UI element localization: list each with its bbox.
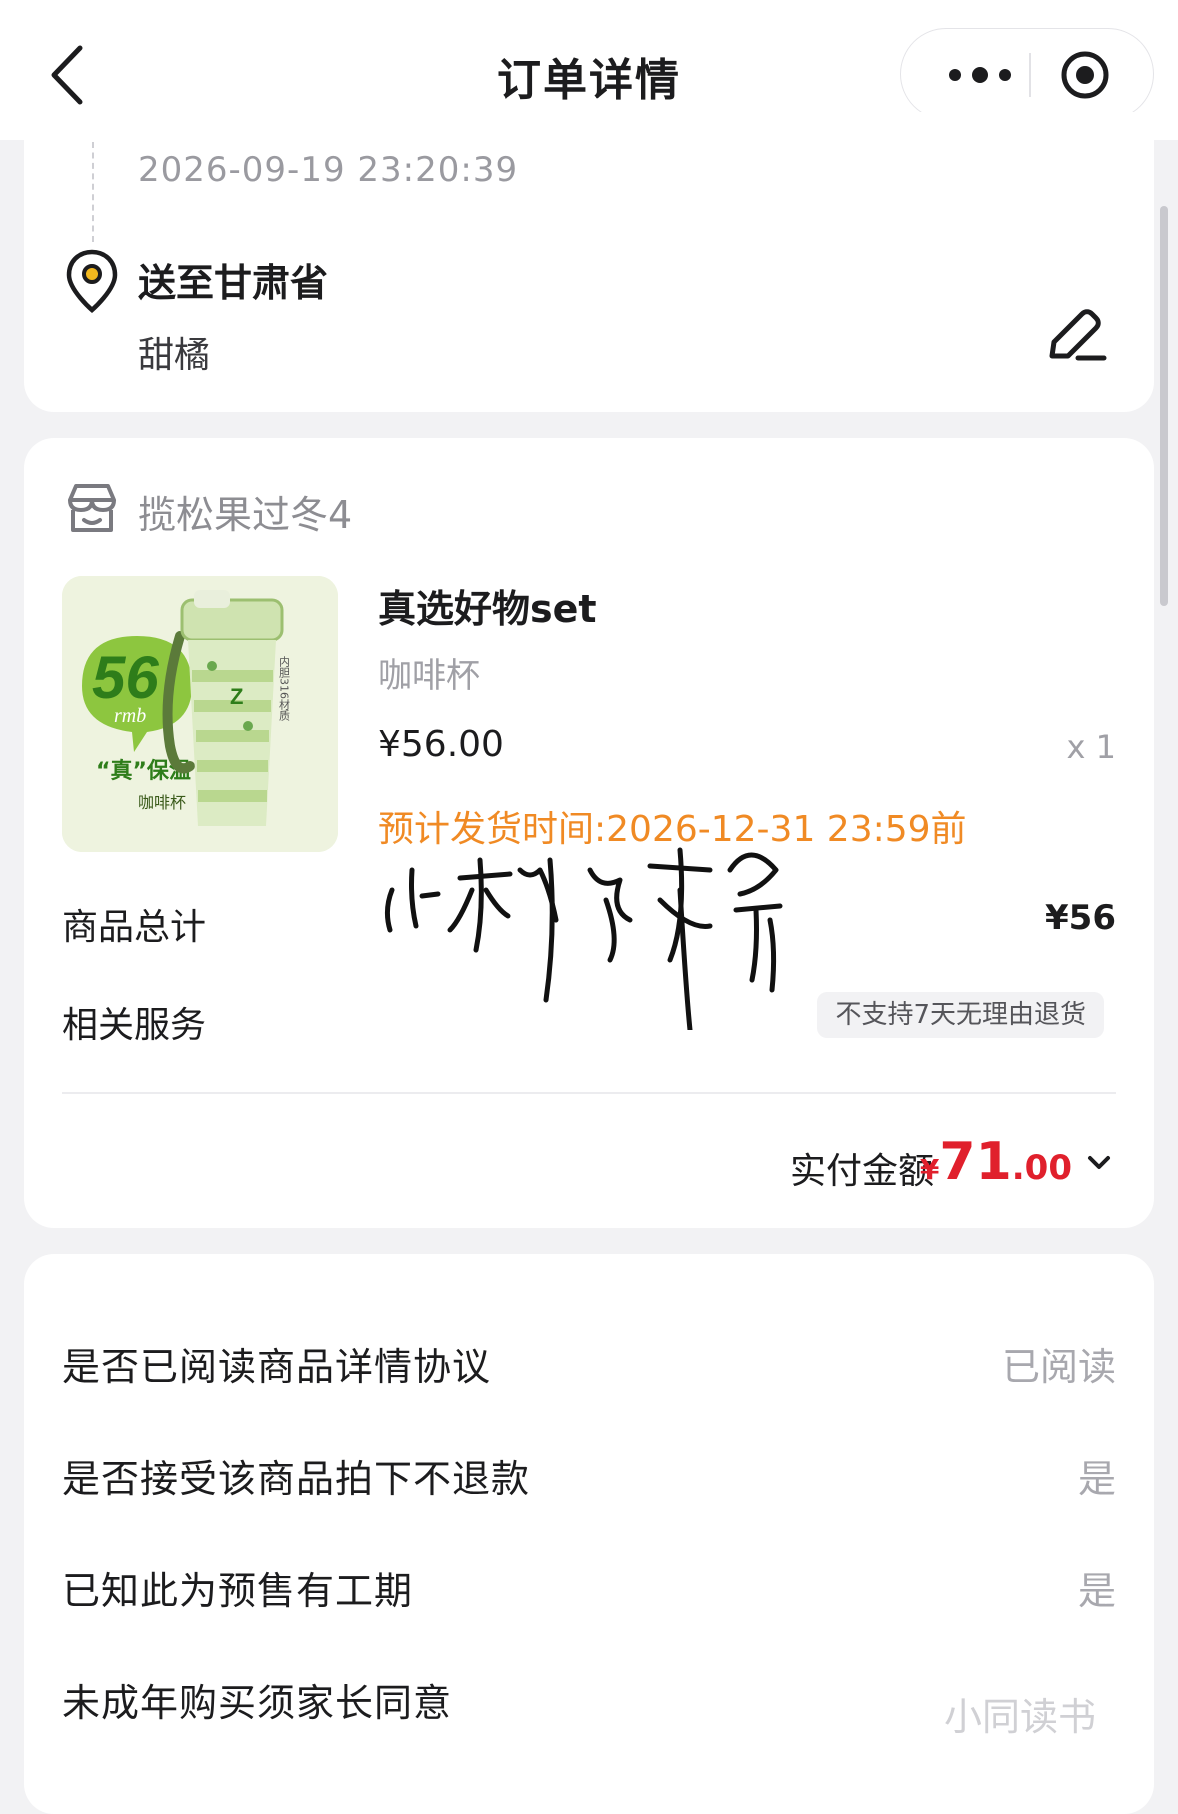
- agreement-row[interactable]: 是否已阅读商品详情协议 已阅读: [24, 1306, 1154, 1416]
- paid-amount[interactable]: ¥71.00: [920, 1132, 1072, 1192]
- agreement-label: 是否接受该商品拍下不退款: [62, 1457, 531, 1501]
- capsule-divider: [1029, 53, 1031, 97]
- agreement-label: 已知此为预售有工期: [62, 1569, 414, 1613]
- address-card: 2026-09-19 23:20:39 送至甘肃省 甜橘: [24, 112, 1154, 412]
- chevron-down-icon[interactable]: [1086, 1152, 1112, 1174]
- scrollbar[interactable]: [1160, 206, 1168, 606]
- location-pin-icon: [66, 249, 118, 313]
- service-badge: 不支持7天无理由退货: [817, 992, 1104, 1038]
- agreement-value: 是: [1077, 1569, 1116, 1613]
- paid-decimal: .00: [1011, 1148, 1072, 1188]
- image-badge: 56: [92, 644, 159, 711]
- agreement-label: 是否已阅读商品详情协议: [62, 1345, 492, 1389]
- product-name[interactable]: 真选好物set: [378, 578, 597, 633]
- image-side-text: 内胆316材质: [278, 655, 291, 721]
- target-icon[interactable]: [1059, 49, 1111, 101]
- timeline-timestamp: 2026-09-19 23:20:39: [138, 150, 519, 190]
- order-card: 揽松果过冬4 56 rmb “真”保温 咖啡杯 Z 内胆316材质 真选好物se…: [24, 438, 1154, 1228]
- image-caption2: 咖啡杯: [138, 793, 186, 812]
- product-illustration: 56 rmb “真”保温 咖啡杯 Z 内胆316材质: [62, 576, 338, 852]
- paid-integer: 71: [939, 1132, 1012, 1192]
- edit-pen-icon[interactable]: [1044, 302, 1108, 366]
- service-label: 相关服务: [62, 1005, 207, 1046]
- agreement-value: 是: [1077, 1457, 1116, 1501]
- estimated-ship-time: 预计发货时间:2026-12-31 23:59前: [378, 809, 967, 850]
- agreement-value: 已阅读: [1001, 1345, 1116, 1389]
- product-price: ¥56.00: [378, 724, 504, 765]
- recipient-name: 甜橘: [138, 335, 211, 376]
- agreement-label: 未成年购买须家长同意: [62, 1681, 453, 1725]
- image-badge-unit: rmb: [114, 705, 146, 727]
- paid-currency: ¥: [919, 1153, 940, 1186]
- divider: [62, 1092, 1116, 1094]
- product-spec: 咖啡杯: [378, 656, 480, 696]
- more-dots-icon[interactable]: [935, 53, 1025, 97]
- svg-text:Z: Z: [230, 684, 243, 709]
- subtotal-value: ¥56: [1045, 898, 1116, 938]
- shop-name[interactable]: 揽松果过冬4: [138, 484, 352, 539]
- agreement-row[interactable]: 已知此为预售有工期 是: [24, 1530, 1154, 1640]
- paid-amount-label: 实付金额: [789, 1151, 934, 1192]
- timeline-line: [92, 142, 94, 242]
- watermark: 小同读书: [944, 1695, 1097, 1739]
- subtotal-label: 商品总计: [62, 907, 207, 948]
- product-quantity: x 1: [1066, 728, 1116, 766]
- product-image[interactable]: 56 rmb “真”保温 咖啡杯 Z 内胆316材质: [62, 576, 338, 852]
- agreement-row[interactable]: 是否接受该商品拍下不退款 是: [24, 1418, 1154, 1528]
- shop-icon: [68, 484, 116, 532]
- mini-program-capsule: [900, 28, 1154, 120]
- ship-to-address: 送至甘肃省: [138, 261, 329, 305]
